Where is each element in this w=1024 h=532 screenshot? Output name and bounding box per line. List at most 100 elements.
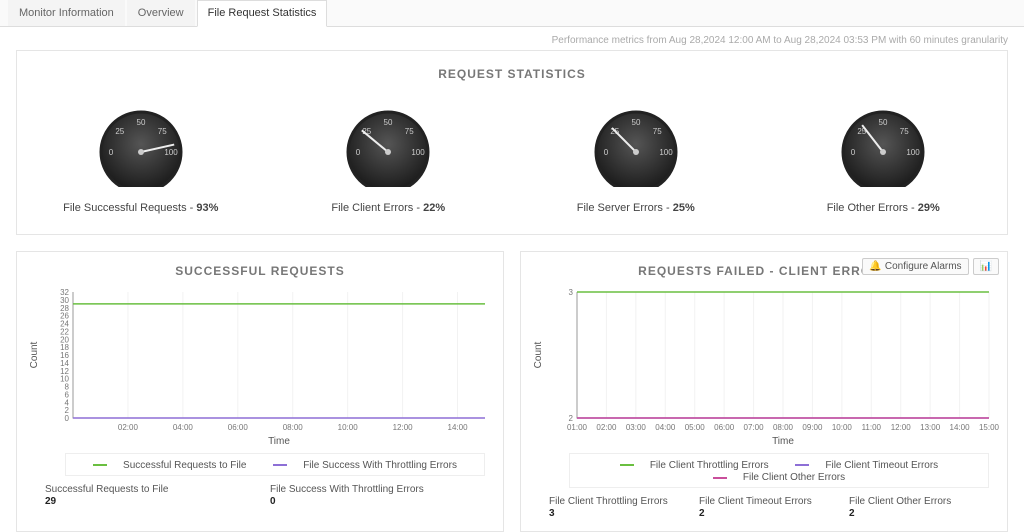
svg-text:04:00: 04:00 [655, 423, 676, 432]
svg-text:Time: Time [772, 436, 794, 446]
svg-text:3: 3 [569, 288, 574, 297]
tab-monitor-information[interactable]: Monitor Information [8, 0, 125, 26]
svg-text:09:00: 09:00 [802, 423, 823, 432]
summary-item: File Client Other Errors 2 [849, 496, 999, 519]
svg-text:0: 0 [356, 148, 361, 157]
summary-label: File Client Throttling Errors [549, 496, 699, 507]
svg-text:0: 0 [109, 148, 114, 157]
svg-text:Count: Count [29, 341, 40, 368]
svg-text:18: 18 [60, 343, 69, 352]
svg-text:10: 10 [60, 375, 69, 384]
summary-value: 2 [849, 508, 855, 519]
svg-text:10:00: 10:00 [832, 423, 853, 432]
gauge: 0 25 50 75 100 File Successful Requests - 93% [31, 97, 251, 214]
svg-text:75: 75 [653, 127, 662, 136]
svg-text:100: 100 [907, 148, 921, 157]
svg-text:100: 100 [164, 148, 178, 157]
svg-text:4: 4 [65, 398, 70, 407]
svg-text:12:00: 12:00 [393, 423, 414, 432]
svg-text:0: 0 [65, 414, 70, 423]
chart-icon: 📊 [980, 261, 992, 272]
svg-text:08:00: 08:00 [773, 423, 794, 432]
svg-text:14:00: 14:00 [448, 423, 469, 432]
legend-label: File Success With Throttling Errors [303, 460, 457, 471]
svg-text:50: 50 [384, 118, 393, 127]
gauge: 0255075100File Server Errors - 25% [526, 97, 746, 214]
svg-text:01:00: 01:00 [567, 423, 588, 432]
gauge-label: File Successful Requests - 93% [31, 202, 251, 214]
svg-text:14: 14 [60, 359, 69, 368]
svg-text:12:00: 12:00 [891, 423, 912, 432]
legend-label: File Client Timeout Errors [825, 460, 938, 471]
svg-text:06:00: 06:00 [714, 423, 735, 432]
svg-text:2: 2 [65, 406, 70, 415]
svg-text:14:00: 14:00 [950, 423, 971, 432]
svg-text:100: 100 [659, 148, 673, 157]
svg-text:15:00: 15:00 [979, 423, 999, 432]
svg-text:75: 75 [158, 127, 167, 136]
svg-text:75: 75 [405, 127, 414, 136]
svg-text:12: 12 [60, 367, 69, 376]
legend-swatch-purple [273, 464, 287, 466]
legend-label: File Client Other Errors [743, 472, 845, 483]
legend-swatch-purple [795, 464, 809, 466]
svg-text:50: 50 [136, 118, 145, 127]
svg-text:2: 2 [569, 414, 574, 423]
svg-text:0: 0 [851, 148, 856, 157]
svg-text:05:00: 05:00 [685, 423, 706, 432]
request-statistics-panel: REQUEST STATISTICS 0 25 50 75 100 File Succes… [16, 50, 1008, 235]
legend-swatch-green [620, 464, 634, 466]
svg-text:75: 75 [900, 127, 909, 136]
svg-text:04:00: 04:00 [173, 423, 194, 432]
summary-item: File Client Timeout Errors 2 [699, 496, 849, 519]
svg-text:11:00: 11:00 [862, 423, 882, 432]
metrics-timerange-note: Performance metrics from Aug 28,2024 12:… [0, 27, 1024, 50]
svg-text:50: 50 [631, 118, 640, 127]
summary-label: File Client Timeout Errors [699, 496, 849, 507]
svg-text:08:00: 08:00 [283, 423, 304, 432]
gauge-label: File Client Errors - 22% [278, 202, 498, 214]
svg-text:02:00: 02:00 [118, 423, 139, 432]
svg-text:06:00: 06:00 [228, 423, 249, 432]
svg-text:26: 26 [60, 312, 69, 321]
svg-text:20: 20 [60, 335, 69, 344]
svg-text:Time: Time [268, 436, 290, 446]
chart-client-errors: 🔔 Configure Alarms 📊 REQUESTS FAILED - C… [520, 251, 1008, 532]
gauge-label: File Server Errors - 25% [526, 202, 746, 214]
bell-icon: 🔔 [869, 261, 881, 272]
legend-swatch-green [93, 464, 107, 466]
gauge-label: File Other Errors - 29% [773, 202, 993, 214]
svg-text:100: 100 [412, 148, 426, 157]
tab-file-request-statistics[interactable]: File Request Statistics [197, 0, 328, 27]
svg-text:32: 32 [60, 288, 69, 297]
panel-title: REQUEST STATISTICS [17, 51, 1007, 89]
summary-value: 3 [549, 508, 555, 519]
svg-text:6: 6 [65, 390, 70, 399]
summary-item: File Success With Throttling Errors 0 [270, 484, 495, 507]
summary-label: Successful Requests to File [45, 484, 270, 495]
chart-legend: Successful Requests to File File Success… [65, 453, 485, 476]
legend-swatch-magenta [713, 477, 727, 479]
svg-text:10:00: 10:00 [338, 423, 359, 432]
svg-text:25: 25 [115, 127, 124, 136]
button-label: Configure Alarms [885, 261, 962, 272]
svg-text:24: 24 [60, 320, 69, 329]
line-chart: 2301:0002:0003:0004:0005:0006:0007:0008:… [529, 286, 999, 446]
tab-overview[interactable]: Overview [127, 0, 195, 26]
svg-text:16: 16 [60, 351, 69, 360]
configure-alarms-button[interactable]: 🔔 Configure Alarms [862, 258, 968, 275]
summary-item: Successful Requests to File 29 [45, 484, 270, 507]
summary-value: 2 [699, 508, 705, 519]
svg-text:50: 50 [879, 118, 888, 127]
chart-options-button[interactable]: 📊 [973, 258, 999, 275]
legend-label: File Client Throttling Errors [650, 460, 769, 471]
svg-text:Count: Count [533, 341, 544, 368]
gauge: 0255075100File Client Errors - 22% [278, 97, 498, 214]
chart-title: SUCCESSFUL REQUESTS [25, 260, 495, 286]
tab-bar: Monitor Information Overview File Reques… [0, 0, 1024, 27]
summary-item: File Client Throttling Errors 3 [549, 496, 699, 519]
svg-text:0: 0 [604, 148, 609, 157]
svg-text:03:00: 03:00 [626, 423, 647, 432]
svg-text:13:00: 13:00 [920, 423, 941, 432]
legend-label: Successful Requests to File [123, 460, 246, 471]
